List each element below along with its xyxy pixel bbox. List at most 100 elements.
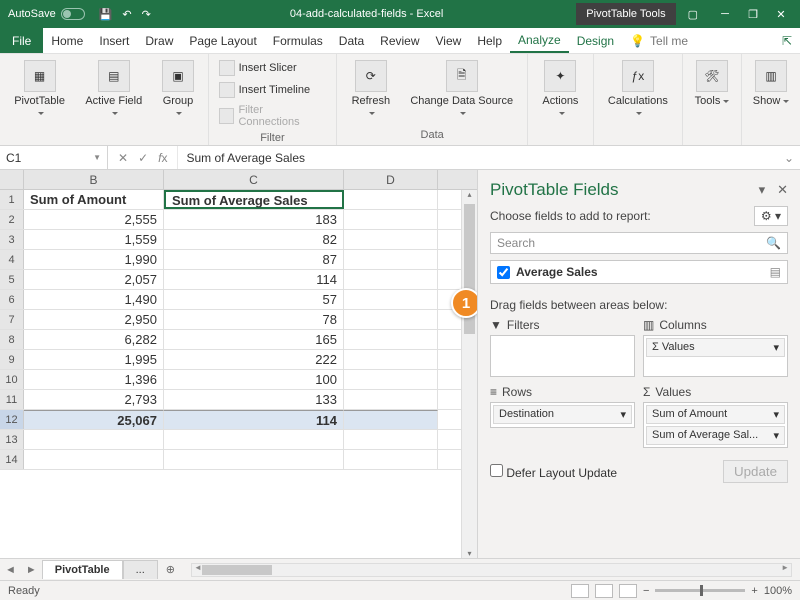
- cell[interactable]: [344, 370, 438, 389]
- field-menu-icon[interactable]: ▤: [770, 265, 781, 279]
- menu-home[interactable]: Home: [43, 28, 91, 53]
- field-search-input[interactable]: Search 🔍: [490, 232, 788, 254]
- row-header[interactable]: 13: [0, 430, 24, 449]
- pane-close-icon[interactable]: ✕: [777, 182, 788, 198]
- field-list-item[interactable]: Average Sales ▤: [490, 260, 788, 284]
- cell[interactable]: 2,555: [24, 210, 164, 229]
- minimize-icon[interactable]: ─: [718, 7, 732, 21]
- sheet-nav-prev-icon[interactable]: ◄: [0, 564, 21, 576]
- expand-formula-bar-icon[interactable]: ⌄: [778, 146, 800, 169]
- row-header[interactable]: 1: [0, 190, 24, 209]
- pane-settings-button[interactable]: ⚙ ▾: [754, 206, 788, 226]
- row-header[interactable]: 2: [0, 210, 24, 229]
- restore-icon[interactable]: ❐: [746, 7, 760, 21]
- pane-dropdown-icon[interactable]: ▾: [759, 182, 766, 198]
- cell[interactable]: [344, 190, 438, 209]
- cell[interactable]: 183: [164, 210, 344, 229]
- vertical-scrollbar[interactable]: [461, 190, 477, 558]
- area-item[interactable]: Σ Values▾: [646, 338, 785, 357]
- menu-review[interactable]: Review: [372, 28, 427, 53]
- cell[interactable]: [344, 430, 438, 449]
- cell[interactable]: 222: [164, 350, 344, 369]
- values-drop-area[interactable]: Sum of Amount▾ Sum of Average Sal...▾: [643, 402, 788, 448]
- cell[interactable]: [344, 330, 438, 349]
- cell[interactable]: 6,282: [24, 330, 164, 349]
- cell[interactable]: [344, 450, 438, 469]
- row-header[interactable]: 14: [0, 450, 24, 469]
- menu-analyze[interactable]: Analyze: [510, 28, 569, 53]
- menu-page-layout[interactable]: Page Layout: [181, 28, 264, 53]
- cell[interactable]: 1,396: [24, 370, 164, 389]
- menu-help[interactable]: Help: [469, 28, 510, 53]
- cell[interactable]: [344, 210, 438, 229]
- insert-slicer-button[interactable]: Insert Slicer: [215, 58, 331, 78]
- cell[interactable]: 57: [164, 290, 344, 309]
- change-data-source-button[interactable]: 🗎Change Data Source: [402, 58, 521, 127]
- redo-icon[interactable]: ↷: [142, 8, 151, 21]
- cell[interactable]: [344, 310, 438, 329]
- row-header[interactable]: 6: [0, 290, 24, 309]
- cell[interactable]: 133: [164, 390, 344, 409]
- cell[interactable]: 2,793: [24, 390, 164, 409]
- cell[interactable]: 114: [164, 270, 344, 289]
- row-header[interactable]: 3: [0, 230, 24, 249]
- field-checkbox[interactable]: [497, 266, 510, 279]
- tell-me[interactable]: 💡Tell me: [622, 28, 696, 53]
- spreadsheet-grid[interactable]: B C D 1 Sum of Amount Sum of Average Sal…: [0, 170, 478, 558]
- column-header-d[interactable]: D: [344, 170, 438, 189]
- pivottable-button[interactable]: ▦PivotTable: [6, 58, 73, 127]
- menu-file[interactable]: File: [0, 28, 43, 53]
- area-item[interactable]: Sum of Average Sal...▾: [646, 426, 785, 445]
- close-icon[interactable]: ✕: [774, 7, 788, 21]
- active-field-button[interactable]: ▤Active Field: [77, 58, 150, 127]
- cell[interactable]: 82: [164, 230, 344, 249]
- area-item[interactable]: Sum of Amount▾: [646, 405, 785, 424]
- cell[interactable]: 87: [164, 250, 344, 269]
- insert-timeline-button[interactable]: Insert Timeline: [215, 80, 331, 100]
- column-header-b[interactable]: B: [24, 170, 164, 189]
- calculations-button[interactable]: ƒxCalculations: [600, 58, 676, 127]
- menu-data[interactable]: Data: [331, 28, 372, 53]
- actions-button[interactable]: ✦Actions: [534, 58, 587, 127]
- row-header[interactable]: 10: [0, 370, 24, 389]
- menu-view[interactable]: View: [428, 28, 470, 53]
- autosave-toggle[interactable]: AutoSave: [0, 8, 93, 20]
- cell[interactable]: [344, 270, 438, 289]
- enter-formula-icon[interactable]: ✓: [138, 151, 148, 165]
- cell[interactable]: 100: [164, 370, 344, 389]
- cell[interactable]: 2,950: [24, 310, 164, 329]
- row-header[interactable]: 8: [0, 330, 24, 349]
- cell[interactable]: [344, 350, 438, 369]
- cell[interactable]: [164, 430, 344, 449]
- refresh-button[interactable]: ⟳Refresh: [343, 58, 398, 127]
- cell[interactable]: 1,995: [24, 350, 164, 369]
- cell[interactable]: [164, 450, 344, 469]
- select-all-corner[interactable]: [0, 170, 24, 189]
- zoom-out-icon[interactable]: −: [643, 585, 649, 597]
- columns-drop-area[interactable]: Σ Values▾: [643, 335, 788, 377]
- cell[interactable]: [344, 410, 438, 429]
- active-cell[interactable]: Sum of Average Sales: [164, 190, 344, 209]
- undo-icon[interactable]: ↶: [122, 8, 131, 21]
- cell[interactable]: [24, 450, 164, 469]
- menu-formulas[interactable]: Formulas: [265, 28, 331, 53]
- rows-drop-area[interactable]: Destination▾: [490, 402, 635, 428]
- cell[interactable]: 1,490: [24, 290, 164, 309]
- formula-input[interactable]: Sum of Average Sales: [178, 146, 777, 169]
- column-header-c[interactable]: C: [164, 170, 344, 189]
- cell[interactable]: Sum of Amount: [24, 190, 164, 209]
- normal-view-icon[interactable]: [571, 584, 589, 598]
- row-header[interactable]: 7: [0, 310, 24, 329]
- page-layout-view-icon[interactable]: [595, 584, 613, 598]
- zoom-in-icon[interactable]: +: [751, 585, 757, 597]
- cell[interactable]: [344, 390, 438, 409]
- cell[interactable]: 114: [164, 410, 344, 429]
- cell[interactable]: 2,057: [24, 270, 164, 289]
- cell[interactable]: 78: [164, 310, 344, 329]
- sheet-nav-next-icon[interactable]: ►: [21, 564, 42, 576]
- sheet-tab[interactable]: ...: [123, 560, 158, 579]
- new-sheet-icon[interactable]: ⊕: [158, 563, 183, 576]
- menu-insert[interactable]: Insert: [91, 28, 137, 53]
- page-break-view-icon[interactable]: [619, 584, 637, 598]
- row-header[interactable]: 5: [0, 270, 24, 289]
